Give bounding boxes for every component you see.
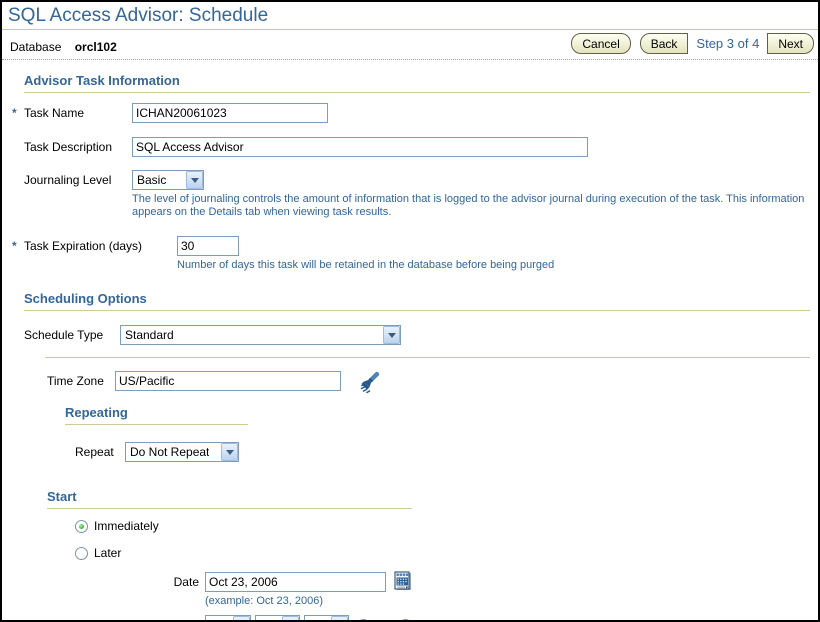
advisor-task-information-heading: Advisor Task Information — [24, 73, 810, 93]
next-button[interactable]: Next — [767, 33, 814, 54]
am-label: AM — [374, 618, 392, 622]
time-zone-row: Time Zone — [2, 367, 818, 394]
schedule-type-label: Schedule Type — [24, 328, 120, 342]
sql-access-advisor-schedule-page: SQL Access Advisor: Schedule Database or… — [0, 0, 820, 622]
journaling-level-value: Basic — [133, 173, 166, 187]
task-expiration-label: Task Expiration (days) — [24, 239, 177, 253]
time-second-select[interactable]: 00 — [304, 615, 349, 622]
journaling-level-select[interactable]: Basic — [132, 170, 204, 190]
task-description-input[interactable] — [132, 137, 588, 157]
task-expiration-hint: Number of days this task will be retaine… — [177, 259, 818, 272]
step-indicator: Step 3 of 4 — [688, 36, 767, 51]
time-hour-select[interactable]: 1 — [205, 615, 251, 622]
task-name-row: * Task Name — [2, 103, 818, 123]
task-name-input[interactable] — [132, 103, 328, 123]
task-description-row: Task Description — [2, 137, 818, 157]
required-marker: * — [12, 106, 17, 120]
date-input[interactable] — [205, 572, 386, 592]
am-radio[interactable] — [357, 619, 370, 622]
start-later-option: Later — [2, 546, 818, 560]
later-radio[interactable] — [75, 547, 88, 560]
journaling-level-label: Journaling Level — [24, 173, 132, 187]
wizard-buttons: Cancel Back Step 3 of 4 Next — [571, 33, 814, 54]
page-title: SQL Access Advisor: Schedule — [2, 2, 818, 29]
database-context: Database orcl102 — [10, 33, 117, 54]
chevron-down-icon — [383, 326, 400, 344]
immediately-label: Immediately — [94, 519, 159, 533]
repeat-select[interactable]: Do Not Repeat — [125, 442, 239, 462]
chevron-down-icon — [331, 616, 348, 622]
task-expiration-input[interactable] — [177, 236, 239, 256]
repeating-heading: Repeating — [65, 405, 248, 425]
time-minute-select[interactable]: 40 — [255, 615, 300, 622]
pm-radio[interactable] — [399, 619, 412, 622]
start-immediately-option: Immediately — [2, 519, 818, 533]
date-label: Date — [165, 575, 199, 589]
database-label: Database — [10, 40, 61, 54]
schedule-type-value: Standard — [121, 328, 174, 342]
task-name-label: Task Name — [24, 106, 132, 120]
repeat-label: Repeat — [75, 445, 125, 459]
time-zone-input[interactable] — [115, 371, 341, 391]
date-format-hint: (example: Oct 23, 2006) — [205, 595, 818, 608]
cancel-button[interactable]: Cancel — [571, 33, 630, 54]
form-content: Advisor Task Information * Task Name Tas… — [2, 73, 818, 622]
chevron-down-icon — [233, 616, 250, 622]
task-description-label: Task Description — [24, 140, 132, 154]
later-label: Later — [94, 546, 121, 560]
date-row: Date — [2, 571, 818, 592]
back-button[interactable]: Back — [640, 33, 689, 54]
flashlight-lookup-icon[interactable] — [359, 367, 386, 394]
schedule-section-divider — [45, 357, 810, 358]
start-heading: Start — [47, 489, 412, 509]
time-zone-label: Time Zone — [47, 374, 115, 388]
chevron-down-icon — [221, 443, 238, 461]
database-value: orcl102 — [75, 40, 117, 54]
repeat-value: Do Not Repeat — [126, 445, 209, 459]
time-second-value: 00 — [305, 618, 322, 622]
time-row: Time 1 40 00 AM PM — [2, 615, 818, 622]
task-expiration-row: * Task Expiration (days) — [2, 236, 818, 256]
required-marker: * — [12, 239, 17, 253]
context-and-actions-bar: Database orcl102 Cancel Back Step 3 of 4… — [2, 30, 818, 60]
time-minute-value: 40 — [256, 618, 273, 622]
scheduling-options-heading: Scheduling Options — [24, 291, 810, 311]
time-label: Time — [165, 618, 199, 622]
schedule-type-row: Schedule Type Standard — [2, 325, 818, 345]
schedule-type-select[interactable]: Standard — [120, 325, 401, 345]
immediately-radio[interactable] — [75, 520, 88, 533]
journaling-level-hint: The level of journaling controls the amo… — [132, 193, 810, 219]
chevron-down-icon — [186, 171, 203, 189]
calendar-icon[interactable] — [393, 571, 414, 592]
chevron-down-icon — [282, 616, 299, 622]
pm-label: PM — [416, 618, 434, 622]
time-hour-value: 1 — [206, 618, 217, 622]
repeat-row: Repeat Do Not Repeat — [2, 442, 818, 462]
journaling-level-row: Journaling Level Basic — [2, 170, 818, 190]
